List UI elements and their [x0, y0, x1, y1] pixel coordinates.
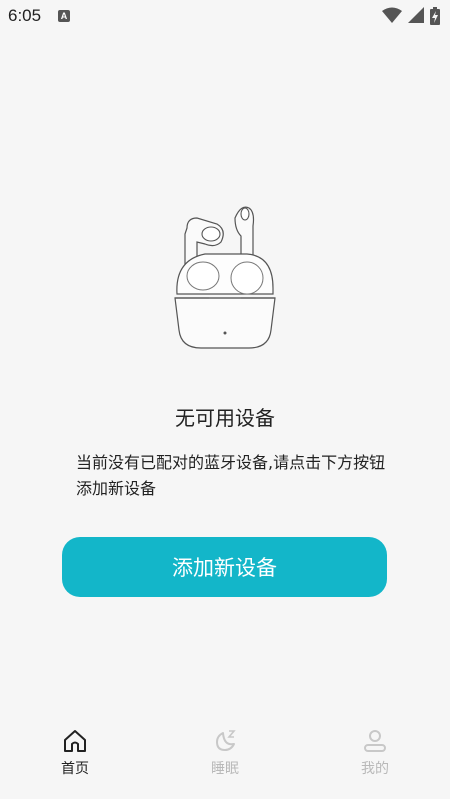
empty-state-title: 无可用设备	[175, 406, 275, 430]
tab-sleep-label: 睡眠	[211, 761, 239, 777]
wifi-icon	[382, 7, 402, 23]
status-bar: 6:05 A	[0, 0, 450, 32]
tab-mine-label: 我的	[361, 761, 389, 777]
sleep-moon-icon	[216, 730, 236, 751]
status-time: 6:05	[8, 6, 42, 25]
add-new-device-button[interactable]: 添加新设备	[62, 537, 387, 597]
tab-home-label: 首页	[61, 761, 89, 777]
notification-a-icon: A	[58, 10, 70, 22]
bottom-tab-bar: 首页 睡眠 我的	[0, 720, 450, 799]
battery-icon	[430, 7, 440, 25]
tab-sleep[interactable]: 睡眠	[180, 728, 270, 778]
tab-mine[interactable]: 我的	[330, 728, 420, 778]
signal-icon	[408, 7, 424, 23]
tab-home[interactable]: 首页	[30, 728, 120, 778]
profile-icon	[364, 730, 386, 752]
earbuds-case-illustration	[174, 206, 276, 349]
home-icon	[64, 730, 86, 752]
empty-state-description: 当前没有已配对的蓝牙设备,请点击下方按钮添加新设备	[76, 453, 386, 498]
